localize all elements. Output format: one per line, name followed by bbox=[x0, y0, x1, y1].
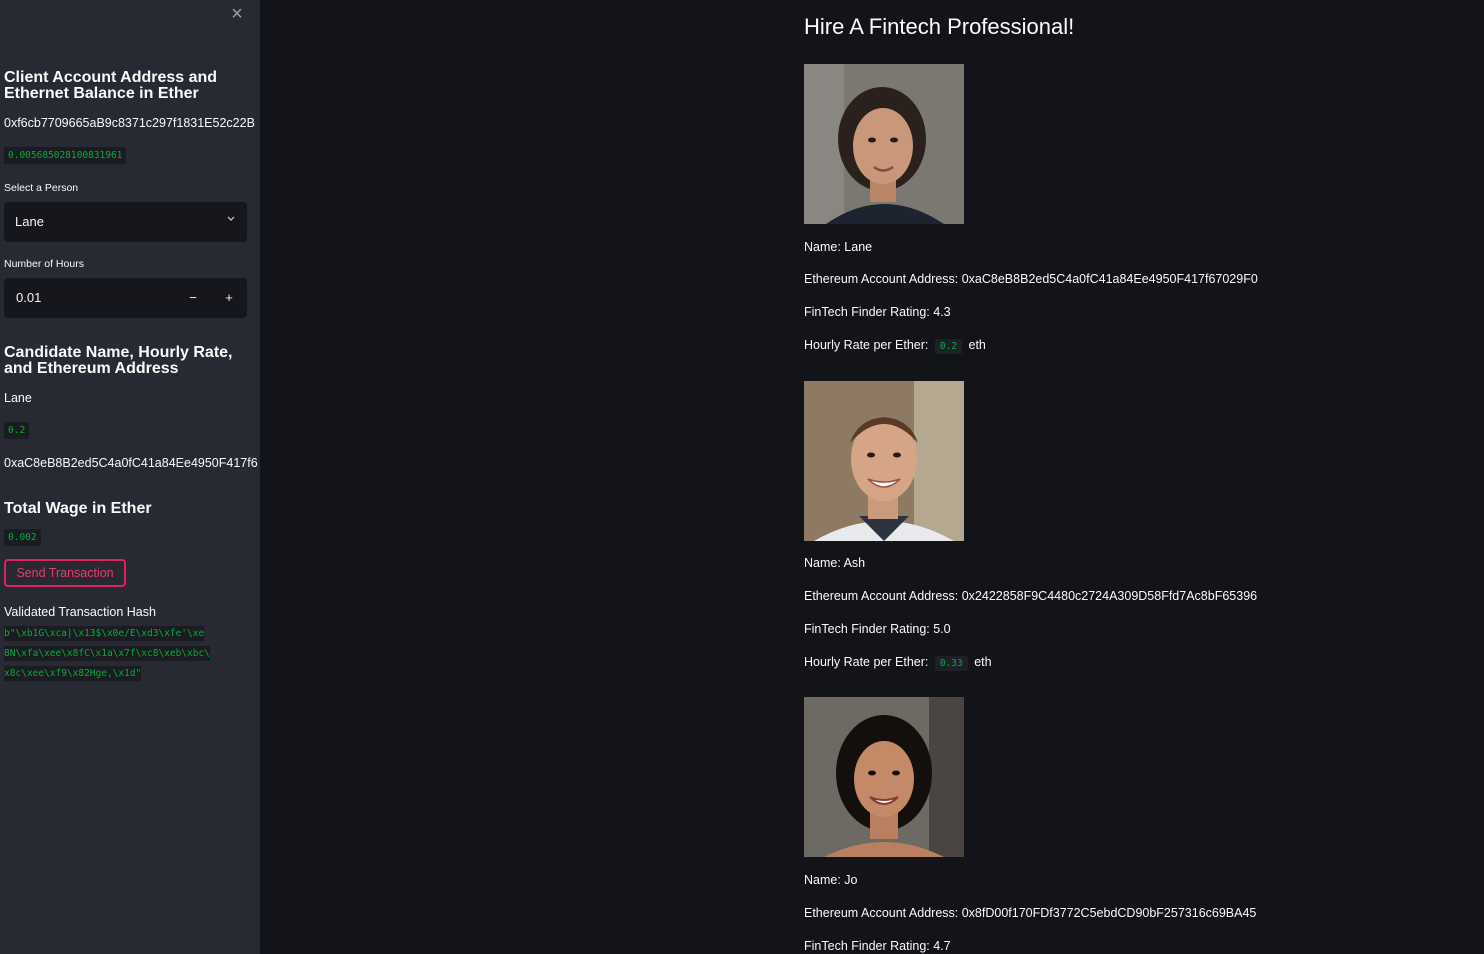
hours-label: Number of Hours bbox=[4, 258, 84, 270]
client-account-heading: Client Account Address and Ethernet Bala… bbox=[4, 69, 218, 102]
candidate-name-lane: Name: Lane bbox=[804, 240, 873, 254]
rate-label: Hourly Rate per Ether: bbox=[804, 338, 929, 352]
close-icon[interactable]: × bbox=[227, 4, 247, 24]
page-title: Hire A Fintech Professional! bbox=[804, 14, 1075, 39]
hours-number-input[interactable]: 0.01 − + bbox=[4, 278, 247, 318]
candidate-photo-jo bbox=[804, 697, 964, 857]
select-person-label: Select a Person bbox=[4, 182, 79, 194]
select-person-value: Lane bbox=[15, 214, 44, 229]
candidate-address: 0xaC8eB8B2ed5C4a0fC41a84Ee4950F417f6 bbox=[4, 456, 258, 470]
rate-value: 0.2 bbox=[934, 339, 963, 354]
select-person-dropdown[interactable]: Lane bbox=[4, 202, 247, 242]
hours-value: 0.01 bbox=[16, 290, 42, 305]
candidate-rate-row-lane: Hourly Rate per Ether: 0.2 eth bbox=[804, 338, 986, 354]
candidate-address-ash: Ethereum Account Address: 0x2422858F9C44… bbox=[804, 589, 1258, 603]
rate-unit: eth bbox=[968, 338, 986, 352]
candidate-name-ash: Name: Ash bbox=[804, 556, 866, 570]
candidate-name: Lane bbox=[4, 391, 32, 405]
rate-label: Hourly Rate per Ether: bbox=[804, 655, 929, 669]
chevron-down-icon bbox=[227, 214, 235, 225]
candidate-photo-ash bbox=[804, 381, 964, 541]
transaction-hash: b"\xb1G\xca|\x13$\x0e/E\xd3\xfe'\xe 8N\x… bbox=[4, 624, 246, 684]
rate-unit: eth bbox=[974, 655, 992, 669]
hash-line: x8c\xee\xf9\x82Hge,\x1d" bbox=[4, 666, 142, 681]
total-wage-heading: Total Wage in Ether bbox=[4, 500, 152, 517]
total-wage-value: 0.002 bbox=[4, 529, 41, 546]
hash-line: b"\xb1G\xca|\x13$\x0e/E\xd3\xfe'\xe bbox=[4, 626, 205, 641]
candidate-heading: Candidate Name, Hourly Rate, and Ethereu… bbox=[4, 344, 233, 377]
increment-button[interactable]: + bbox=[211, 278, 247, 318]
client-address: 0xf6cb7709665aB9c8371c297f1831E52c22B bbox=[4, 116, 255, 130]
candidate-name-jo: Name: Jo bbox=[804, 873, 858, 887]
candidate-rating-jo: FinTech Finder Rating: 4.7 bbox=[804, 939, 951, 953]
candidate-rate: 0.2 bbox=[4, 422, 30, 439]
candidate-address-jo: Ethereum Account Address: 0x8fD00f170FDf… bbox=[804, 906, 1257, 920]
candidate-photo-lane bbox=[804, 64, 964, 224]
decrement-button[interactable]: − bbox=[175, 278, 211, 318]
candidate-rating-lane: FinTech Finder Rating: 4.3 bbox=[804, 305, 951, 319]
transaction-hash-label: Validated Transaction Hash bbox=[4, 605, 156, 619]
candidate-rating-ash: FinTech Finder Rating: 5.0 bbox=[804, 622, 951, 636]
hash-line: 8N\xfa\xee\x8fC\x1a\x7f\xc8\xeb\xbc\ bbox=[4, 646, 210, 661]
rate-value: 0.33 bbox=[934, 656, 968, 671]
client-balance: 0.005685028100831961 bbox=[4, 147, 127, 164]
sidebar: × Client Account Address and Ethernet Ba… bbox=[0, 0, 260, 954]
candidate-address-lane: Ethereum Account Address: 0xaC8eB8B2ed5C… bbox=[804, 272, 1258, 286]
candidate-rate-row-ash: Hourly Rate per Ether: 0.33 eth bbox=[804, 655, 992, 671]
send-transaction-button[interactable]: Send Transaction bbox=[4, 559, 126, 587]
